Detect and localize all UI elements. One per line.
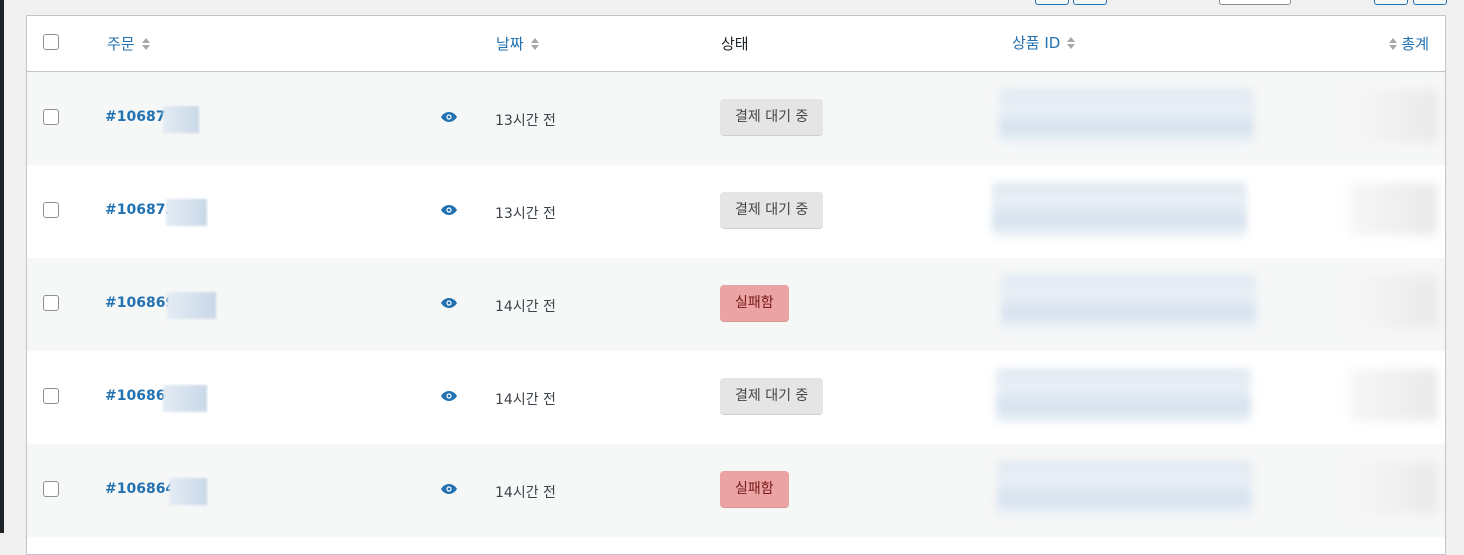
table-row[interactable]: #106873 13시간 전 결제 대기 중	[27, 165, 1445, 258]
orders-table: 주문 날짜 상태 상품 ID 총계 #106875 13시간 전 결제 대기 중	[26, 15, 1446, 555]
redacted-customer-name	[166, 199, 207, 226]
row-checkbox[interactable]	[43, 109, 59, 125]
table-row[interactable]: #106869 14시간 전 실패함	[27, 258, 1445, 351]
sort-arrows-icon	[530, 37, 539, 50]
admin-sidebar-edge	[0, 0, 4, 533]
column-header-order[interactable]: 주문	[107, 33, 150, 54]
sort-arrows-icon	[1067, 36, 1076, 49]
redacted-customer-name	[163, 385, 207, 412]
column-header-label: 상품 ID	[1012, 34, 1061, 52]
order-link[interactable]: #106869	[105, 295, 175, 311]
order-date: 14시간 전	[495, 392, 556, 408]
pagination-button[interactable]	[1073, 0, 1107, 5]
table-row[interactable]: #106866 14시간 전 결제 대기 중	[27, 351, 1445, 444]
table-nav-controls	[0, 0, 1464, 6]
redacted-total	[1349, 369, 1437, 421]
table-row[interactable]: #106875 13시간 전 결제 대기 중	[27, 72, 1445, 165]
redacted-product-info	[999, 89, 1254, 145]
eye-icon[interactable]	[441, 484, 457, 494]
order-link[interactable]: #106864	[105, 481, 175, 497]
column-header-label: 상태	[721, 35, 749, 53]
row-checkbox[interactable]	[43, 202, 59, 218]
column-header-product-id[interactable]: 상품 ID	[1012, 32, 1076, 53]
row-checkbox[interactable]	[43, 295, 59, 311]
redacted-product-info	[1001, 275, 1256, 331]
order-date: 13시간 전	[495, 113, 556, 129]
redacted-product-info	[992, 182, 1247, 238]
order-date: 13시간 전	[495, 206, 556, 222]
eye-icon[interactable]	[441, 205, 457, 215]
sort-arrows-icon	[141, 37, 150, 50]
column-header-label: 주문	[107, 35, 135, 53]
status-badge: 결제 대기 중	[720, 192, 824, 229]
page-number-input[interactable]	[1219, 0, 1291, 5]
order-date: 14시간 전	[495, 485, 556, 501]
sort-arrows-icon	[1389, 37, 1398, 50]
table-header: 주문 날짜 상태 상품 ID 총계	[27, 16, 1445, 72]
redacted-customer-name	[167, 292, 216, 319]
column-header-label: 총계	[1401, 35, 1429, 53]
status-badge: 결제 대기 중	[720, 378, 824, 415]
eye-icon[interactable]	[441, 298, 457, 308]
order-date: 14시간 전	[495, 299, 556, 315]
column-header-total[interactable]: 총계	[1386, 33, 1429, 54]
column-header-status: 상태	[721, 33, 749, 54]
eye-icon[interactable]	[441, 112, 457, 122]
redacted-customer-name	[163, 106, 199, 133]
redacted-customer-name	[169, 478, 207, 505]
redacted-total	[1349, 90, 1437, 142]
redacted-product-info	[997, 461, 1252, 517]
column-header-label: 날짜	[496, 35, 524, 53]
table-row[interactable]: #106864 14시간 전 실패함	[27, 444, 1445, 537]
redacted-product-info	[996, 368, 1251, 424]
redacted-total	[1349, 183, 1437, 235]
eye-icon[interactable]	[441, 391, 457, 401]
redacted-total	[1349, 276, 1437, 328]
redacted-total	[1349, 462, 1437, 514]
pagination-button[interactable]	[1035, 0, 1069, 5]
status-badge: 실패함	[720, 471, 789, 508]
status-badge: 실패함	[720, 285, 789, 322]
row-checkbox[interactable]	[43, 481, 59, 497]
column-header-date[interactable]: 날짜	[496, 33, 539, 54]
select-all-checkbox[interactable]	[43, 34, 59, 50]
row-checkbox[interactable]	[43, 388, 59, 404]
pagination-button[interactable]	[1374, 0, 1408, 5]
status-badge: 결제 대기 중	[720, 99, 824, 136]
order-link[interactable]: #106873	[105, 202, 175, 218]
pagination-button[interactable]	[1413, 0, 1447, 5]
